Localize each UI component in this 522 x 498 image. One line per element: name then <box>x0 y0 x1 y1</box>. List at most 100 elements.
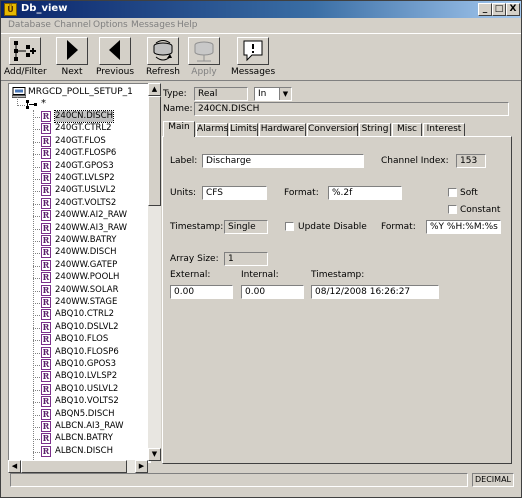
soft-label: Soft <box>460 188 478 198</box>
constant-label: Constant <box>460 205 501 215</box>
tree-item-label: ALBCN.DISCH <box>55 445 114 456</box>
internal-label: Internal: <box>241 270 279 280</box>
database-refresh-icon <box>153 40 173 61</box>
internal-field[interactable]: 0.00 <box>241 285 304 299</box>
real-channel-icon: R <box>41 445 51 457</box>
refresh-button[interactable]: Refresh <box>143 37 183 77</box>
tab-main[interactable]: Main <box>163 121 195 137</box>
tab-conversion[interactable]: Conversion <box>307 123 358 136</box>
real-channel-icon: R <box>41 408 51 420</box>
menu-channel[interactable]: Channel <box>54 20 91 30</box>
tree-item-label: ABQN5.DISCH <box>55 408 115 419</box>
tree-connector <box>33 340 40 342</box>
timestamp-label: Timestamp: <box>170 222 224 232</box>
tab-hardware[interactable]: Hardware <box>259 123 306 136</box>
menu-messages[interactable]: Messages <box>131 20 175 30</box>
scroll-down-arrow-icon[interactable]: ▼ <box>148 448 161 461</box>
channel-index-field: 153 <box>456 154 486 168</box>
tab-misc[interactable]: Misc <box>392 123 422 136</box>
real-channel-icon: R <box>41 346 51 358</box>
real-channel-icon: R <box>41 123 51 135</box>
tree-connector <box>33 377 40 379</box>
menu-help[interactable]: Help <box>177 20 198 30</box>
database-apply-icon <box>194 41 214 62</box>
tree-horizontal-scrollbar[interactable]: ◀ ▶ <box>8 460 148 473</box>
real-channel-icon: R <box>41 309 51 321</box>
tree-item-label: ABQ10.CTRL2 <box>55 309 115 320</box>
tree-item-label: 240GT.GPOS3 <box>55 160 114 171</box>
next-button[interactable]: Next <box>54 37 90 77</box>
units-field[interactable]: CFS <box>202 186 267 200</box>
format-field[interactable]: %.2f <box>328 186 402 200</box>
tree-connector <box>33 402 40 404</box>
minimize-button[interactable]: _ <box>478 3 492 16</box>
tab-string[interactable]: String <box>359 123 391 136</box>
add-filter-button[interactable]: Add/Filter <box>4 37 47 77</box>
timestamp-format-field[interactable]: %Y %H:%M:%s <box>426 220 501 234</box>
real-channel-icon: R <box>41 148 51 160</box>
tree-connector <box>33 203 40 205</box>
tab-interest[interactable]: Interest <box>423 123 465 136</box>
real-channel-icon: R <box>41 371 51 383</box>
scroll-up-arrow-icon[interactable]: ▲ <box>148 83 161 96</box>
real-channel-icon: R <box>41 321 51 333</box>
previous-button[interactable]: Previous <box>95 37 135 77</box>
type-label: Type: <box>163 89 187 99</box>
tab-limits[interactable]: Limits <box>229 123 258 136</box>
timestamp-field[interactable]: 08/12/2008 16:26:27 <box>311 285 439 299</box>
scroll-thumb[interactable] <box>148 96 161 206</box>
constant-checkbox[interactable] <box>448 205 457 214</box>
message-icon <box>243 40 263 62</box>
real-channel-icon: R <box>41 334 51 346</box>
tree-connector <box>33 179 40 180</box>
tab-alarms[interactable]: Alarms <box>196 123 228 136</box>
array-size-label: Array Size: <box>170 254 219 264</box>
real-channel-icon: R <box>41 185 51 197</box>
soft-checkbox[interactable] <box>448 188 457 197</box>
tree-vertical-scrollbar[interactable]: ▲ ▼ <box>148 83 161 461</box>
window-title: Db_view <box>21 3 68 14</box>
update-disable-checkbox[interactable] <box>285 222 294 231</box>
close-button[interactable]: X <box>506 3 520 16</box>
scroll-right-arrow-icon[interactable]: ▶ <box>135 460 148 473</box>
scroll-left-arrow-icon[interactable]: ◀ <box>8 460 21 473</box>
label-field[interactable]: Discharge <box>202 154 364 168</box>
tree-item-label: 240GT.FLOSP6 <box>55 148 117 159</box>
menu-options[interactable]: Options <box>93 20 128 30</box>
tree-item-label: 240WW.DISCH <box>55 247 117 258</box>
apply-button[interactable]: Apply <box>185 37 223 77</box>
title-bar[interactable]: Ü Db_view _ □ X <box>1 1 521 18</box>
external-field[interactable]: 0.00 <box>170 285 233 299</box>
scroll-thumb[interactable] <box>21 460 127 473</box>
computer-icon <box>12 87 26 98</box>
messages-button[interactable]: Messages <box>231 37 275 77</box>
real-channel-icon: R <box>41 284 51 296</box>
tree-item-label: 240GT.LVLSP2 <box>55 173 115 183</box>
tree-item-label: 240WW.AI2_RAW <box>55 210 128 221</box>
menu-database[interactable]: Database <box>8 20 51 30</box>
status-bar: DECIMAL <box>1 473 521 497</box>
tree-connector <box>33 253 40 255</box>
direction-select[interactable]: In ▼ <box>254 87 292 101</box>
channel-tree[interactable]: MRGCD_POLL_SETUP_1 * R 240CN.DISCH R 240GT.… <box>8 83 151 463</box>
tree-item-label: ABQ10.FLOSP6 <box>55 346 119 357</box>
refresh-label: Refresh <box>146 67 180 77</box>
arrow-right-icon <box>67 40 78 60</box>
update-disable-label: Update Disable <box>298 222 367 232</box>
tree-item-label: 240GT.FLOS <box>55 135 106 146</box>
toolbar: Add/Filter Next Previous Refresh Apply M… <box>1 33 521 81</box>
units-label: Units: <box>170 188 197 198</box>
real-channel-icon: R <box>41 173 51 184</box>
add-filter-label: Add/Filter <box>4 67 47 77</box>
chevron-down-icon: ▼ <box>279 88 291 100</box>
tree-connector <box>33 228 40 230</box>
previous-label: Previous <box>95 67 135 77</box>
tree-connector <box>33 117 40 118</box>
app-icon: Ü <box>4 3 17 16</box>
type-field: Real <box>194 87 248 101</box>
tree-item-label: ABQ10.DSLVL2 <box>55 321 119 332</box>
maximize-button[interactable]: □ <box>492 3 506 16</box>
real-channel-icon: R <box>41 160 51 172</box>
label-label: Label: <box>170 156 198 166</box>
tree-item-label: 240WW.POOLH <box>55 272 120 283</box>
